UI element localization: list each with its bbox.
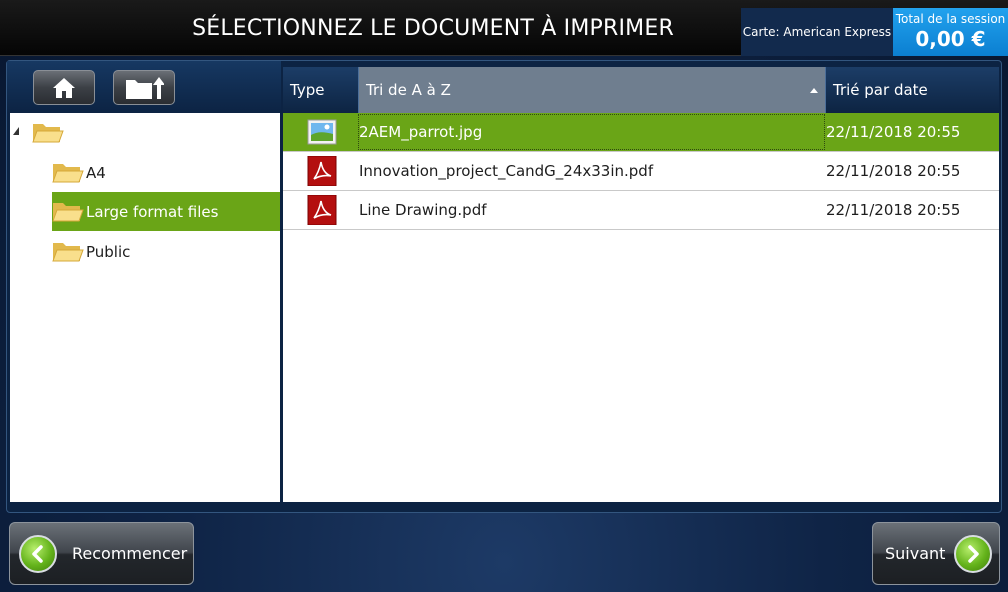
column-header-date-label: Trié par date — [833, 81, 928, 99]
tree-item-label: A4 — [86, 163, 106, 182]
tree-item-label: Large format files — [86, 202, 219, 221]
page-title: SÉLECTIONNEZ LE DOCUMENT À IMPRIMER — [192, 15, 674, 41]
column-header-name[interactable]: Tri de A à Z — [359, 67, 826, 113]
session-total: Total de la session 0,00 € — [893, 8, 1008, 56]
file-row[interactable]: 2AEM_parrot.jpg 22/11/2018 20:55 — [283, 113, 999, 152]
sort-ascending-icon — [810, 88, 818, 93]
home-icon — [53, 77, 75, 98]
file-date: 22/11/2018 20:55 — [826, 201, 961, 219]
header-bar: SÉLECTIONNEZ LE DOCUMENT À IMPRIMER Cart… — [0, 0, 1008, 56]
folder-open-icon — [32, 123, 64, 142]
tree-item-large-format-files[interactable]: Large format files — [52, 192, 280, 231]
restart-button-label: Recommencer — [72, 544, 188, 563]
file-row[interactable]: Innovation_project_CandG_24x33in.pdf 22/… — [283, 152, 999, 191]
column-header-type-label: Type — [290, 81, 325, 99]
next-button-label: Suivant — [885, 544, 946, 563]
file-date: 22/11/2018 20:55 — [826, 162, 961, 180]
image-file-icon — [307, 119, 337, 145]
pdf-file-icon — [307, 195, 337, 225]
tree-item-a4[interactable]: A4 — [52, 153, 280, 192]
card-info: Carte: American Express — [741, 8, 893, 56]
file-row[interactable]: Line Drawing.pdf 22/11/2018 20:55 — [283, 191, 999, 230]
next-button[interactable]: Suivant — [872, 522, 1000, 585]
folder-up-button[interactable] — [113, 70, 175, 105]
session-total-amount: 0,00 € — [915, 27, 986, 51]
tree-toolbar — [7, 61, 281, 113]
tree-item-label: Public — [86, 242, 131, 261]
main-panel: A4 Large format files Public Type Tri de… — [6, 60, 1002, 513]
restart-button[interactable]: Recommencer — [9, 522, 194, 585]
tree-root-folder[interactable] — [32, 113, 72, 152]
back-arrow-icon — [19, 534, 57, 573]
folder-up-icon — [126, 76, 164, 99]
file-name: Line Drawing.pdf — [359, 201, 487, 219]
column-header-type[interactable]: Type — [283, 67, 359, 113]
column-header-name-label: Tri de A à Z — [366, 81, 451, 99]
home-button[interactable] — [33, 70, 95, 105]
folder-icon — [52, 242, 84, 261]
forward-arrow-icon — [954, 534, 993, 573]
session-total-label: Total de la session — [895, 12, 1006, 26]
file-list: Type Tri de A à Z Trié par date 2AEM_par… — [283, 67, 999, 502]
tree-collapse-icon[interactable] — [13, 127, 19, 135]
pdf-file-icon — [307, 156, 337, 186]
folder-icon — [52, 202, 84, 221]
tree-item-public[interactable]: Public — [52, 232, 280, 271]
file-name: 2AEM_parrot.jpg — [359, 123, 483, 141]
folder-icon — [52, 163, 84, 182]
column-header-date[interactable]: Trié par date — [826, 67, 999, 113]
folder-tree: A4 Large format files Public — [10, 113, 280, 502]
file-date: 22/11/2018 20:55 — [826, 123, 961, 141]
file-name: Innovation_project_CandG_24x33in.pdf — [359, 162, 654, 180]
